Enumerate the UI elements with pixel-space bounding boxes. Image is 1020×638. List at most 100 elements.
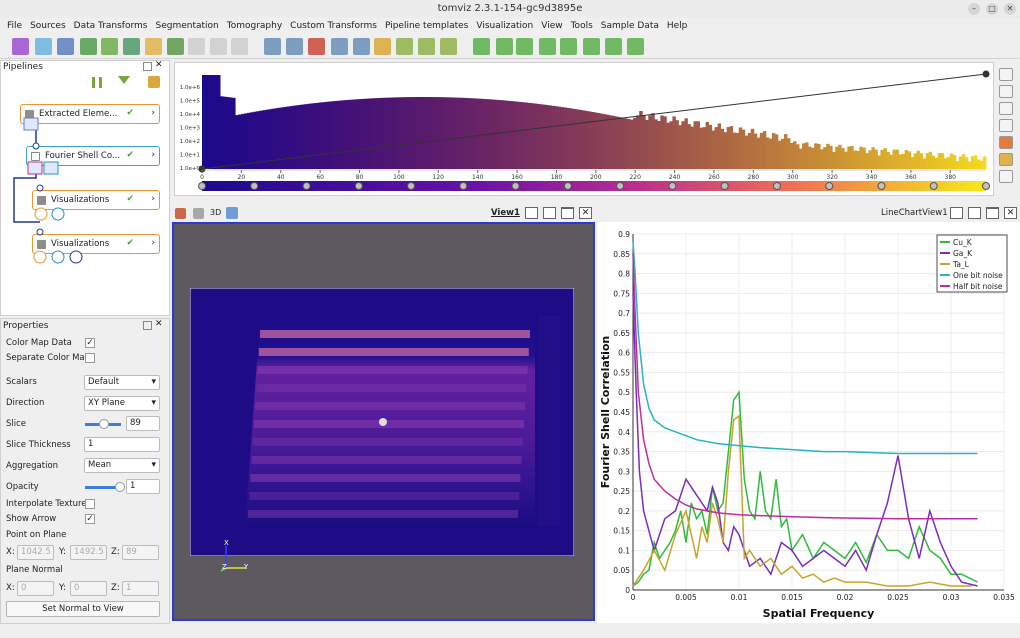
- save-preset-icon[interactable]: [999, 153, 1013, 166]
- zoom-icon[interactable]: [286, 38, 303, 55]
- menu-data-transforms[interactable]: Data Transforms: [70, 18, 152, 34]
- colormap-node[interactable]: [929, 182, 938, 190]
- split-horizontal-icon[interactable]: [950, 207, 963, 219]
- sync-icon[interactable]: [627, 38, 644, 55]
- zoom-to-box-icon[interactable]: [226, 207, 238, 219]
- colormap-node[interactable]: [250, 182, 259, 190]
- record-alt-icon[interactable]: [418, 38, 435, 55]
- capture-icon[interactable]: [175, 208, 186, 219]
- colormap-node[interactable]: [354, 182, 363, 190]
- colormap-node[interactable]: [772, 182, 781, 190]
- menu-sample-data[interactable]: Sample Data: [597, 18, 663, 34]
- rotate-plus-icon[interactable]: [331, 38, 348, 55]
- picker-icon[interactable]: [374, 38, 391, 55]
- slice-image[interactable]: [190, 288, 574, 556]
- histogram-chart[interactable]: 0 20 40 60 80 100 120 140 160 180 200 220 240 260 280 3…: [174, 62, 994, 196]
- float-panel-icon[interactable]: [143, 321, 152, 330]
- grayscale-icon[interactable]: [999, 170, 1013, 183]
- menu-view[interactable]: View: [537, 18, 566, 34]
- colormap-bar[interactable]: [202, 181, 986, 191]
- cube-split-icon[interactable]: [123, 38, 140, 55]
- menu-help[interactable]: Help: [663, 18, 692, 34]
- maximize-icon[interactable]: □: [986, 3, 998, 15]
- next-frame-icon[interactable]: [560, 38, 577, 55]
- ruler-icon[interactable]: [145, 38, 162, 55]
- volume-icon[interactable]: [167, 38, 184, 55]
- chart-icon[interactable]: [231, 38, 248, 55]
- snowflake-icon[interactable]: [35, 38, 52, 55]
- colormap-node[interactable]: [563, 182, 572, 190]
- invert-icon[interactable]: [999, 102, 1013, 115]
- loop-icon[interactable]: [605, 38, 622, 55]
- pause-icon[interactable]: [92, 77, 102, 88]
- camera-icon[interactable]: [193, 208, 204, 219]
- menu-tools[interactable]: Tools: [567, 18, 597, 34]
- play-icon[interactable]: [539, 38, 556, 55]
- sphere-icon[interactable]: [188, 38, 205, 55]
- cube-stack-icon[interactable]: [101, 38, 118, 55]
- normal-x-input[interactable]: 0: [17, 581, 54, 596]
- maximize-view-icon[interactable]: [561, 207, 574, 219]
- slice-input[interactable]: 89: [126, 416, 160, 431]
- split-horizontal-icon[interactable]: [525, 207, 538, 219]
- close-panel-icon[interactable]: ✕: [155, 60, 163, 70]
- float-panel-icon[interactable]: [143, 62, 152, 71]
- play-back-icon[interactable]: [516, 38, 533, 55]
- colormap-node[interactable]: [668, 182, 677, 190]
- close-panel-icon[interactable]: ✕: [155, 319, 163, 329]
- maximize-view-icon[interactable]: [986, 207, 999, 219]
- gauge-icon[interactable]: [210, 38, 227, 55]
- colormap-node[interactable]: [720, 182, 729, 190]
- custom-range-icon[interactable]: [999, 85, 1013, 98]
- record-icon[interactable]: [396, 38, 413, 55]
- normal-y-input[interactable]: 0: [70, 581, 107, 596]
- split-vertical-icon[interactable]: [968, 207, 981, 219]
- slice-thickness-spinbox[interactable]: 1: [84, 437, 160, 452]
- set-normal-to-view-button[interactable]: Set Normal to View: [6, 601, 160, 617]
- split-vertical-icon[interactable]: [543, 207, 556, 219]
- axes-icon[interactable]: [308, 38, 325, 55]
- colormap-node[interactable]: [616, 182, 625, 190]
- colormap-node[interactable]: [459, 182, 468, 190]
- colormap-node[interactable]: [302, 182, 311, 190]
- menu-pipeline-templates[interactable]: Pipeline templates: [381, 18, 472, 34]
- aggregation-select[interactable]: Mean: [84, 458, 160, 473]
- slice-slider-handle[interactable]: [99, 419, 109, 429]
- settings-icon[interactable]: [148, 76, 160, 88]
- reset-camera-icon[interactable]: [264, 38, 281, 55]
- rotate-minus-icon[interactable]: [353, 38, 370, 55]
- filter-icon[interactable]: [118, 76, 130, 84]
- gear-icon[interactable]: [999, 119, 1013, 132]
- interpolate-checkbox[interactable]: [85, 499, 95, 509]
- leaf-icon[interactable]: [80, 38, 97, 55]
- show-arrow-checkbox[interactable]: ✓: [85, 514, 95, 524]
- scalars-select[interactable]: Default: [84, 375, 160, 390]
- colormap-node[interactable]: [198, 182, 206, 190]
- first-frame-icon[interactable]: [473, 38, 490, 55]
- separate-color-map-checkbox[interactable]: [85, 353, 95, 363]
- point-y-input[interactable]: 1492.5: [70, 545, 107, 560]
- minimize-icon[interactable]: –: [968, 3, 980, 15]
- close-view-icon[interactable]: ✕: [1004, 207, 1017, 219]
- fsc-chart[interactable]: 0 0.05 0.1 0.15 0.2 0.25 0.3 0.35 0.4 0.45 0.5 0.55…: [597, 222, 1020, 623]
- heart-icon[interactable]: [999, 136, 1013, 149]
- menu-segmentation[interactable]: Segmentation: [151, 18, 222, 34]
- refresh-icon[interactable]: [440, 38, 457, 55]
- cube-icon[interactable]: [12, 38, 29, 55]
- close-icon[interactable]: ✕: [1004, 3, 1016, 15]
- opacity-slider-handle[interactable]: [115, 482, 125, 492]
- view-mode-toggle[interactable]: 3D: [210, 208, 221, 217]
- transfer-node[interactable]: [982, 70, 990, 78]
- menu-file[interactable]: File: [3, 18, 26, 34]
- menu-custom-transforms[interactable]: Custom Transforms: [286, 18, 381, 34]
- slice-center-handle[interactable]: [379, 418, 387, 426]
- menu-visualization[interactable]: Visualization: [472, 18, 537, 34]
- menu-sources[interactable]: Sources: [26, 18, 70, 34]
- normal-z-input[interactable]: 1: [122, 581, 159, 596]
- direction-select[interactable]: XY Plane: [84, 396, 160, 411]
- previous-frame-icon[interactable]: [496, 38, 513, 55]
- menu-tomography[interactable]: Tomography: [223, 18, 286, 34]
- colormap-node[interactable]: [877, 182, 886, 190]
- colormap-node[interactable]: [982, 182, 990, 190]
- reset-range-icon[interactable]: [999, 68, 1013, 81]
